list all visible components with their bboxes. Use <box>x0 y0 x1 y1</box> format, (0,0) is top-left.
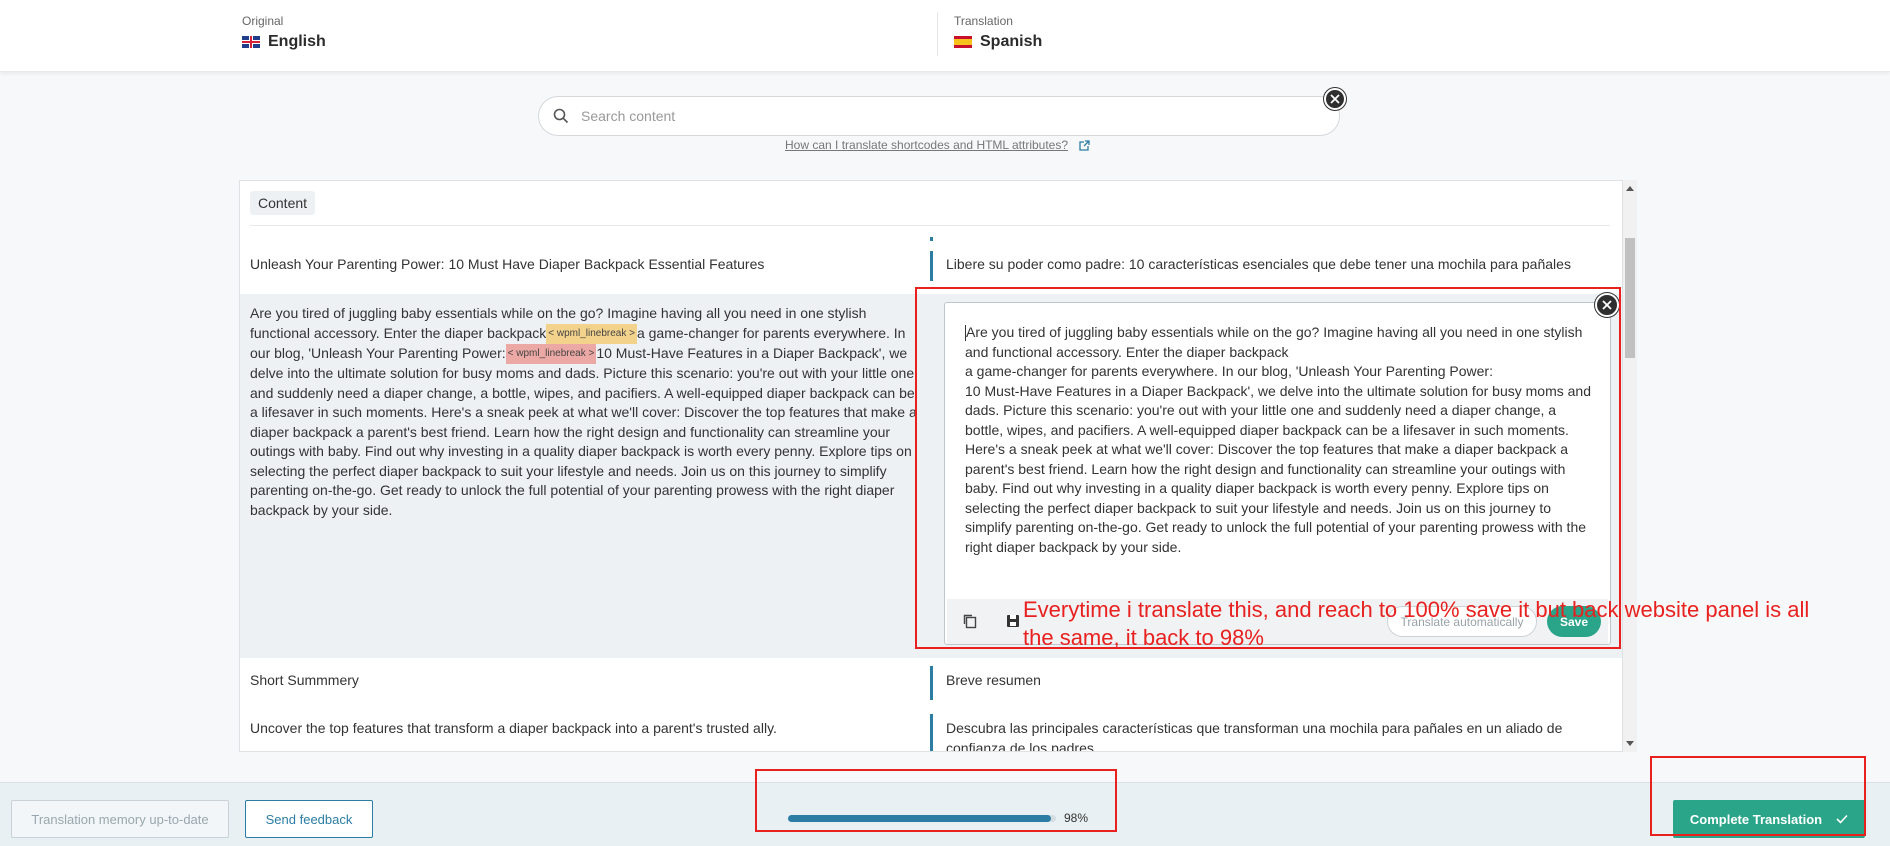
linebreak-tag: < wpml_linebreak > <box>505 344 597 365</box>
header-divider <box>937 12 938 56</box>
segment-row-summary[interactable]: Uncover the top features that transform … <box>240 709 1622 751</box>
uk-flag-icon <box>242 36 260 48</box>
annotation-box-complete <box>1650 756 1866 836</box>
original-language-name: English <box>268 33 326 50</box>
search-icon <box>553 108 569 124</box>
content-section-tag: Content <box>250 191 316 215</box>
language-header: Original English Translation Spanish <box>0 0 1890 72</box>
scroll-down-arrow-icon[interactable] <box>1626 741 1634 746</box>
source-text: Uncover the top features that transform … <box>250 720 777 736</box>
target-text[interactable]: Descubra las principales características… <box>930 714 1600 751</box>
annotation-box-editor <box>915 287 1621 649</box>
original-caption: Original <box>242 14 284 28</box>
help-link-text[interactable]: How can I translate shortcodes and HTML … <box>785 138 1068 152</box>
source-text: Short Summmery <box>250 672 359 688</box>
external-link-icon <box>1079 139 1090 151</box>
linebreak-tag: < wpml_linebreak > <box>546 323 637 344</box>
target-text[interactable]: Libere su poder como padre: 10 caracterí… <box>930 251 1571 281</box>
vertical-scrollbar[interactable] <box>1623 180 1637 752</box>
spain-flag-icon <box>954 36 972 48</box>
translation-memory-status-button[interactable]: Translation memory up-to-date <box>11 800 229 838</box>
scroll-thumb[interactable] <box>1625 238 1635 358</box>
annotation-note: Everytime i translate this, and reach to… <box>1023 597 1810 650</box>
source-text: Are you tired of juggling baby essential… <box>250 305 917 518</box>
search-clear-button[interactable] <box>1324 88 1346 110</box>
column-marker <box>930 237 933 241</box>
panel-divider <box>250 225 1610 226</box>
close-icon <box>1330 94 1340 104</box>
search-input[interactable] <box>581 108 1281 124</box>
segment-row-title[interactable]: Unleash Your Parenting Power: 10 Must Ha… <box>240 251 1622 291</box>
translation-caption: Translation <box>954 14 1013 28</box>
scroll-up-arrow-icon[interactable] <box>1626 186 1634 191</box>
segment-row-summary-title[interactable]: Short Summmery Breve resumen <box>240 661 1622 701</box>
target-text[interactable]: Breve resumen <box>930 666 1041 700</box>
original-language: Original English <box>242 14 326 51</box>
translation-language: Translation Spanish <box>954 14 1042 51</box>
send-feedback-button[interactable]: Send feedback <box>245 800 373 838</box>
search-box <box>538 96 1340 136</box>
source-text: Unleash Your Parenting Power: 10 Must Ha… <box>250 256 765 272</box>
shortcodes-help-link[interactable]: How can I translate shortcodes and HTML … <box>785 138 1091 152</box>
annotation-box-progress <box>755 769 1117 832</box>
translation-language-name: Spanish <box>980 33 1043 50</box>
